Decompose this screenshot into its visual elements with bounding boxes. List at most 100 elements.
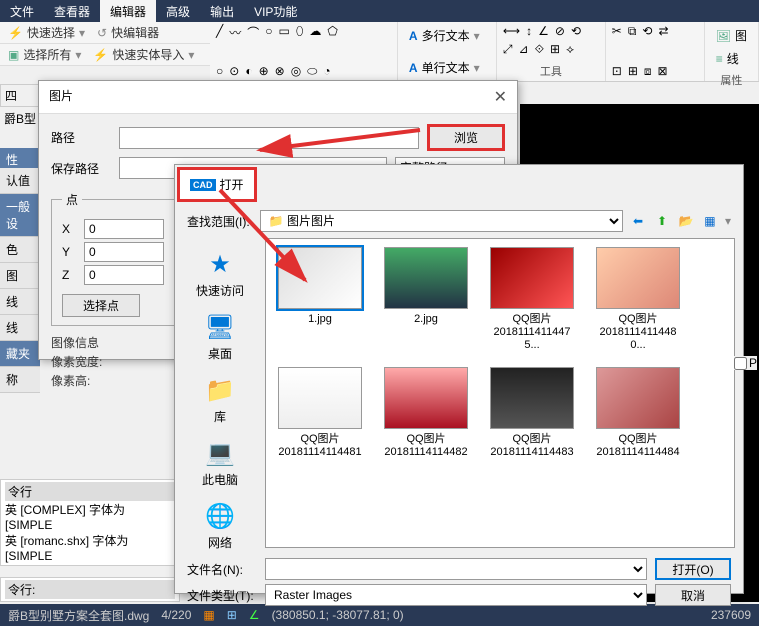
quick-entity-import-btn[interactable]: 快速实体导入 (112, 46, 184, 63)
polygon-tool-icon[interactable]: ⬠ (327, 24, 337, 41)
circle-tool-icon[interactable]: ○ (265, 24, 272, 41)
left-tab-6[interactable]: 藏夹 (0, 341, 40, 367)
dim-icon-9[interactable]: ⊞ (550, 42, 560, 57)
draw-icon-6[interactable]: ◎ (291, 64, 301, 79)
file-item[interactable]: QQ图片 20181114114483 (486, 367, 578, 459)
mod-icon-4[interactable]: ⇄ (658, 24, 668, 39)
multiline-text-btn[interactable]: A 多行文本▾ (404, 24, 490, 47)
quick-select-btn[interactable]: 快速选择 (27, 24, 75, 41)
filetype-select[interactable]: Raster Images (265, 584, 647, 606)
file-name-label: 1.jpg (274, 313, 366, 326)
dim-icon-4[interactable]: ⊘ (555, 24, 565, 38)
open-button[interactable]: 打开(O) (655, 558, 731, 580)
menu-tab-output[interactable]: 输出 (200, 0, 244, 23)
draw-icon-5[interactable]: ⊗ (275, 64, 285, 79)
arc-tool-icon[interactable]: ⌒ (247, 24, 259, 41)
place-libraries[interactable]: 📁库 (175, 370, 265, 429)
mod-icon-5[interactable]: ⊡ (612, 64, 622, 79)
polyline-tool-icon[interactable]: 〰 (229, 24, 241, 41)
draw-icon-3[interactable]: ◐ (245, 64, 252, 79)
draw-icon-4[interactable]: ⊕ (259, 64, 269, 79)
x-input[interactable] (84, 219, 164, 239)
dim-icon-8[interactable]: ⟐ (535, 42, 544, 57)
file-thumbnail (596, 367, 680, 429)
place-this-pc[interactable]: 💻此电脑 (175, 433, 265, 492)
file-item[interactable]: QQ图片 20181114114475... (486, 247, 578, 353)
dim-icon-10[interactable]: ⟡ (566, 42, 574, 57)
browse-button[interactable]: 浏览 (427, 124, 505, 151)
line-ribbon-btn[interactable]: ≡ 线 (711, 47, 752, 70)
dim-icon-5[interactable]: ⟲ (571, 24, 581, 38)
menu-tab-advanced[interactable]: 高级 (156, 0, 200, 23)
left-tab-3[interactable]: 图 (0, 263, 40, 289)
dim-icon-6[interactable]: ⤢ (503, 42, 513, 57)
ellipse-tool-icon[interactable]: ⬯ (296, 24, 304, 41)
mod-icon-2[interactable]: ⧉ (628, 24, 637, 39)
filename-label: 文件名(N): (187, 561, 257, 578)
close-icon[interactable]: ✕ (494, 87, 507, 107)
file-item[interactable]: 2.jpg (380, 247, 472, 353)
image-dialog-title: 图片 (49, 87, 73, 107)
draw-icon-7[interactable]: ⬭ (307, 64, 317, 79)
draw-icon-8[interactable]: ◔ (323, 64, 330, 79)
path-label: 路径 (51, 129, 111, 146)
menu-tab-viewer[interactable]: 查看器 (44, 0, 100, 23)
mod-icon-1[interactable]: ✂ (612, 24, 622, 39)
place-network[interactable]: 🌐网络 (175, 496, 265, 555)
props-group-label: 属性 (711, 70, 752, 88)
image-icon: 🖼 (716, 29, 731, 43)
file-thumbnail (384, 367, 468, 429)
dim-icon-3[interactable]: ∠ (538, 24, 549, 38)
cancel-button[interactable]: 取消 (655, 584, 731, 606)
draw-icon-1[interactable]: ○ (216, 64, 223, 79)
back-icon[interactable]: ⬅ (629, 212, 647, 230)
z-input[interactable] (84, 265, 164, 285)
quad-icon[interactable]: 四 (5, 89, 17, 103)
place-quick-access[interactable]: ★快速访问 (175, 244, 265, 303)
mod-icon-8[interactable]: ⊠ (658, 64, 668, 79)
image-ribbon-btn[interactable]: 🖼 图 (711, 24, 752, 47)
save-path-label: 保存路径 (51, 160, 111, 177)
file-item[interactable]: QQ图片 20181114114480... (592, 247, 684, 353)
mod-icon-3[interactable]: ⟲ (642, 24, 652, 39)
lightning-icon: ⚡ (8, 26, 23, 40)
select-all-btn[interactable]: 选择所有 (23, 46, 71, 63)
rect-tool-icon[interactable]: ▭ (279, 24, 290, 41)
left-tab-5[interactable]: 线 (0, 315, 40, 341)
file-item[interactable]: QQ图片 20181114114482 (380, 367, 472, 459)
dim-icon-7[interactable]: ⊿ (519, 42, 529, 57)
filename-input[interactable] (265, 558, 647, 580)
mod-icon-7[interactable]: ⧈ (644, 64, 652, 79)
line-tool-icon[interactable]: ╱ (216, 24, 223, 41)
file-list[interactable]: 1.jpg2.jpgQQ图片 20181114114475...QQ图片 201… (265, 238, 735, 548)
cloud-tool-icon[interactable]: ☁ (309, 24, 321, 41)
left-tab-2[interactable]: 色 (0, 237, 40, 263)
left-tab-7[interactable]: 称 (0, 367, 40, 393)
file-item[interactable]: QQ图片 20181114114484 (592, 367, 684, 459)
mod-icon-6[interactable]: ⊞ (628, 64, 638, 79)
draw-icon-2[interactable]: ⊙ (229, 64, 239, 79)
left-tab-1[interactable]: 一般设 (0, 194, 40, 237)
menu-tab-file[interactable]: 文件 (0, 0, 44, 23)
dim-icon-2[interactable]: ↕ (526, 24, 532, 38)
quick-editor-btn[interactable]: 快编辑器 (111, 24, 159, 41)
new-folder-icon[interactable]: 📂 (677, 212, 695, 230)
up-icon[interactable]: ⬆ (653, 212, 671, 230)
dim-icon-1[interactable]: ⟷ (503, 24, 520, 38)
preview-checkbox[interactable]: P (734, 356, 757, 370)
file-item[interactable]: 1.jpg (274, 247, 366, 353)
menu-tab-editor[interactable]: 编辑器 (100, 0, 156, 23)
menu-tab-vip[interactable]: VIP功能 (244, 0, 307, 23)
file-item[interactable]: QQ图片 20181114114481 (274, 367, 366, 459)
lookup-select[interactable]: 📁 图片图片 (260, 210, 623, 232)
place-desktop[interactable]: 🖥桌面 (175, 307, 265, 366)
singleline-text-btn[interactable]: A 单行文本▾ (404, 56, 490, 79)
lookup-label: 查找范围(I): (187, 213, 250, 230)
select-point-button[interactable]: 选择点 (62, 294, 140, 317)
view-mode-icon[interactable]: ▦ (701, 212, 719, 230)
path-input[interactable] (119, 127, 419, 149)
left-tab-4[interactable]: 线 (0, 289, 40, 315)
left-tab-0[interactable]: 认值 (0, 168, 40, 194)
y-input[interactable] (84, 242, 164, 262)
command-prompt[interactable]: 令行: (0, 577, 180, 602)
